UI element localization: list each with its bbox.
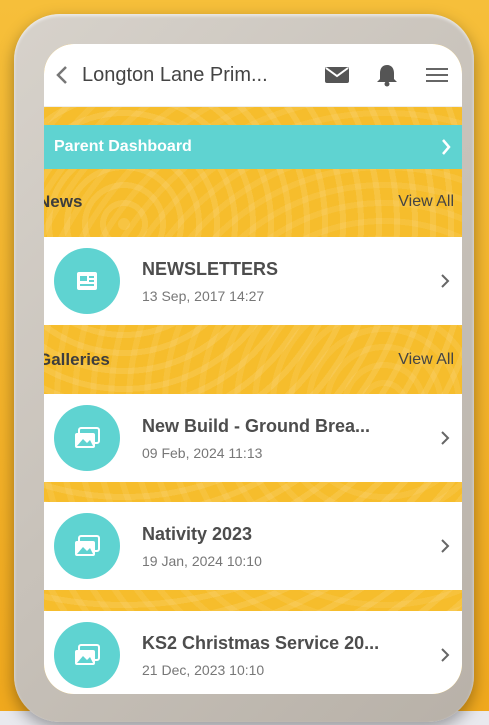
notifications-button[interactable] (362, 44, 412, 106)
chevron-right-icon (428, 611, 462, 694)
bell-icon (377, 65, 397, 87)
mail-icon (325, 67, 349, 83)
news-view-all-link[interactable]: View All (398, 193, 454, 211)
gallery-icon (75, 535, 100, 556)
list-item-icon (54, 513, 120, 579)
list-item[interactable]: KS2 Christmas Service 20... 21 Dec, 2023… (44, 611, 462, 694)
chevron-right-icon (428, 237, 462, 325)
list-item-icon (54, 248, 120, 314)
parent-dashboard-label: Parent Dashboard (54, 138, 192, 155)
phone-screen: Longton Lane Prim... Parent Dashboard Ne… (44, 44, 462, 694)
newspaper-icon (77, 272, 97, 290)
list-item-date: 21 Dec, 2023 10:10 (142, 661, 265, 678)
gallery-icon (75, 644, 100, 665)
list-item-title: Nativity 2023 (142, 523, 253, 544)
news-section-header: News View All (44, 182, 462, 222)
list-item-date: 19 Jan, 2024 10:10 (142, 552, 262, 569)
chevron-right-icon (428, 502, 462, 590)
parent-dashboard-bar[interactable]: Parent Dashboard (44, 125, 462, 169)
chevron-right-icon (442, 139, 451, 155)
list-item-icon (54, 622, 120, 688)
messages-button[interactable] (312, 44, 362, 106)
galleries-view-all-link[interactable]: View All (398, 351, 454, 369)
list-item-icon (54, 405, 120, 471)
menu-icon (426, 68, 448, 82)
list-item-title: KS2 Christmas Service 20... (142, 632, 380, 653)
galleries-heading: Galleries (44, 350, 110, 369)
list-item[interactable]: NEWSLETTERS 13 Sep, 2017 14:27 (44, 237, 462, 325)
gallery-icon (75, 427, 100, 448)
menu-button[interactable] (412, 44, 462, 106)
news-heading: News (44, 192, 83, 211)
list-item-title: New Build - Ground Brea... (142, 415, 371, 436)
list-item-date: 09 Feb, 2024 11:13 (142, 444, 263, 461)
galleries-section-header: Galleries View All (44, 340, 462, 380)
top-bar: Longton Lane Prim... (44, 44, 462, 107)
list-item[interactable]: New Build - Ground Brea... 09 Feb, 2024 … (44, 394, 462, 482)
list-item-title: NEWSLETTERS (142, 258, 279, 279)
chevron-right-icon (428, 394, 462, 482)
chevron-left-icon (56, 66, 67, 84)
list-item-date: 13 Sep, 2017 14:27 (142, 287, 265, 304)
app-title: Longton Lane Prim... (82, 63, 268, 86)
back-button[interactable] (44, 44, 80, 106)
list-item[interactable]: Nativity 2023 19 Jan, 2024 10:10 (44, 502, 462, 590)
